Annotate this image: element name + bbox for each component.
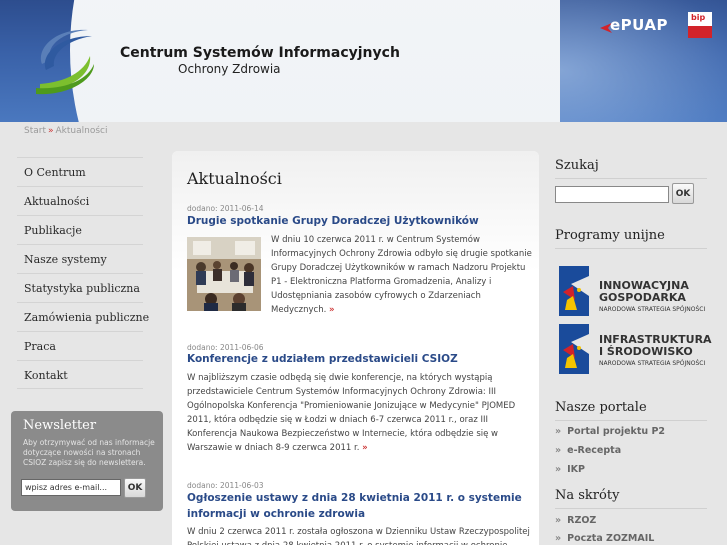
programs-title: Programy unijne (555, 228, 665, 243)
eu-program-icon (559, 324, 589, 374)
breadcrumb: Start» Aktualności (24, 126, 107, 136)
portal-link-e-recepta[interactable]: » e-Recepta (555, 445, 621, 456)
shortcuts-title: Na skróty (555, 488, 620, 503)
nav-item-aktualnosci[interactable]: Aktualności (17, 186, 143, 215)
nav-item-praca[interactable]: Praca (17, 331, 143, 360)
breadcrumb-start[interactable]: Start (24, 126, 46, 136)
innowacyjna-gospodarka-logo[interactable]: INNOWACYJNA GOSPODARKA NARODOWA STRATEGIA… (559, 266, 709, 316)
newsletter-email-placeholder: wpisz adres e-mail... (25, 483, 108, 492)
program-subtitle: NARODOWA STRATEGIA SPÓJNOŚCI (599, 306, 706, 313)
read-more-link[interactable]: » (362, 443, 368, 453)
article-summary: W dniu 2 czerwca 2011 r. została ogłoszo… (187, 527, 530, 545)
breadcrumb-current: Aktualności (55, 126, 108, 136)
site-subtitle: Ochrony Zdrowia (178, 62, 281, 76)
newsletter-box: Newsletter Aby otrzymywać od nas informa… (11, 411, 163, 511)
search-title: Szukaj (555, 158, 599, 173)
newsletter-ok-button[interactable]: OK (124, 478, 146, 498)
article-title-link[interactable]: Drugie spotkanie Grupy Doradczej Użytkow… (187, 213, 532, 229)
divider (555, 420, 707, 421)
page-title: Aktualności (187, 169, 282, 188)
portals-title: Nasze portale (555, 400, 647, 415)
epuap-logo[interactable]: ePUAP (596, 14, 672, 40)
article-date: dodano: 2011-06-03 (187, 481, 264, 490)
portal-link-p2[interactable]: » Portal projektu P2 (555, 426, 665, 437)
article-summary: W najbliższym czasie odbędą się dwie kon… (187, 373, 516, 453)
portal-link-ikp[interactable]: » IKP (555, 464, 585, 475)
search-button[interactable]: OK (672, 183, 694, 204)
read-more-link[interactable]: » (329, 305, 335, 315)
csioz-logo-icon[interactable] (32, 24, 96, 96)
program-name: INFRASTRUKTURA I ŚRODOWISKO (599, 333, 712, 358)
newsletter-title: Newsletter (23, 418, 97, 433)
shortcut-link-rzoz[interactable]: » RZOZ (555, 515, 596, 526)
breadcrumb-separator: » (48, 126, 54, 136)
program-subtitle: NARODOWA STRATEGIA SPÓJNOŚCI (599, 360, 706, 367)
arrow-right-icon: » (555, 426, 562, 437)
nav-item-zamowienia[interactable]: Zamówienia publiczne (17, 302, 149, 331)
divider (555, 248, 707, 249)
main-content: Aktualności dodano: 2011-06-14 Drugie sp… (172, 151, 539, 545)
arrow-right-icon: » (555, 533, 562, 544)
nav-item-publikacje[interactable]: Publikacje (17, 215, 143, 244)
nav-item-kontakt[interactable]: Kontakt (17, 360, 143, 389)
divider (555, 178, 707, 179)
arrow-right-icon: » (555, 445, 562, 456)
infrastruktura-srodowisko-logo[interactable]: INFRASTRUKTURA I ŚRODOWISKO NARODOWA STRA… (559, 324, 712, 374)
nav-item-o-centrum[interactable]: O Centrum (17, 157, 143, 186)
bip-logo[interactable]: bip (688, 12, 712, 38)
site-title[interactable]: Centrum Systemów Informacyjnych (120, 45, 400, 61)
search-input[interactable] (555, 186, 669, 203)
article-thumbnail[interactable] (187, 237, 261, 311)
arrow-right-icon: » (555, 464, 562, 475)
nav-item-nasze-systemy[interactable]: Nasze systemy (17, 244, 143, 273)
divider (555, 508, 707, 509)
article-title-link[interactable]: Konferencje z udziałem przedstawicieli C… (187, 351, 532, 367)
article-date: dodano: 2011-06-14 (187, 204, 264, 213)
program-name: INNOWACYJNA GOSPODARKA (599, 279, 689, 304)
article-title-link[interactable]: Ogłoszenie ustawy z dnia 28 kwietnia 201… (187, 490, 532, 522)
newsletter-email-input[interactable]: wpisz adres e-mail... (21, 479, 121, 496)
nav-item-statystyka[interactable]: Statystyka publiczna (17, 273, 143, 302)
site-header: Centrum Systemów Informacyjnych Ochrony … (0, 0, 727, 122)
arrow-right-icon: » (555, 515, 562, 526)
main-navigation: O Centrum Aktualności Publikacje Nasze s… (17, 157, 149, 389)
article-summary: W dniu 10 czerwca 2011 r. w Centrum Syst… (271, 235, 532, 315)
newsletter-text: Aby otrzymywać od nas informacje dotyczą… (23, 438, 155, 467)
meeting-photo-icon (187, 237, 261, 311)
eu-program-icon (559, 266, 589, 316)
shortcut-link-zozmail[interactable]: » Poczta ZOZMAIL (555, 533, 654, 544)
